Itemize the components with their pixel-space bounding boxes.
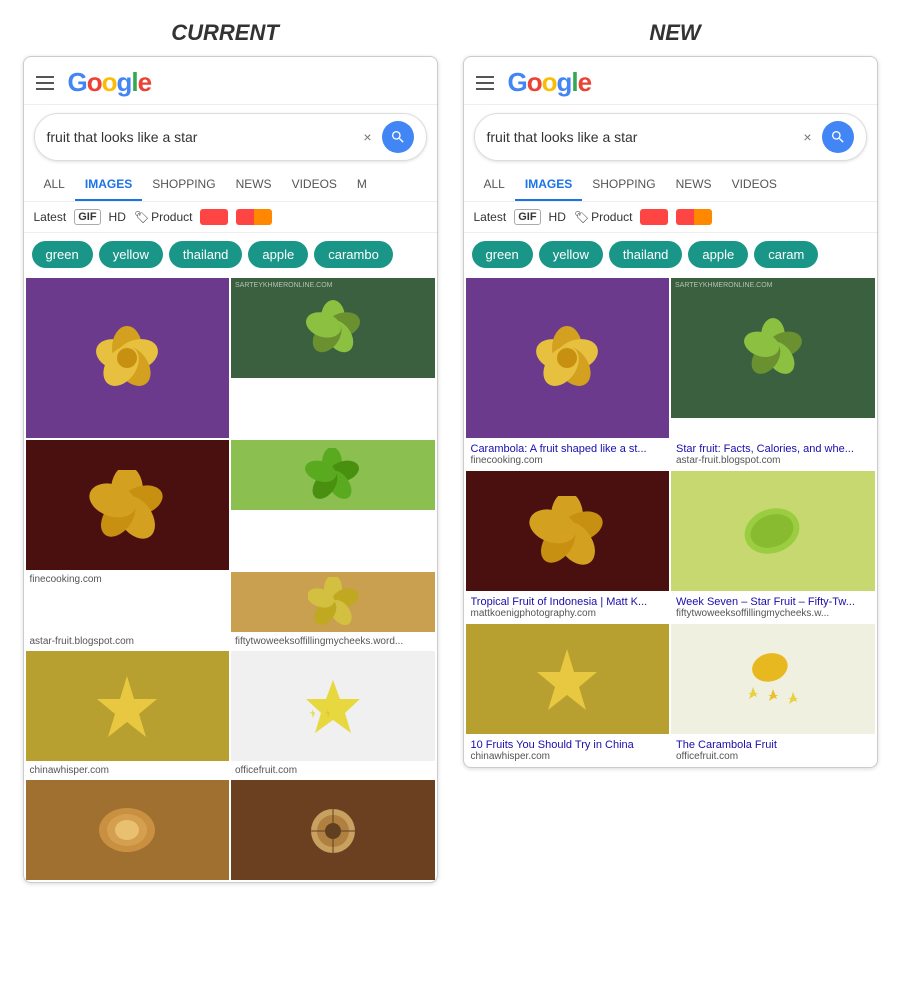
new-img-4[interactable] [671,471,875,591]
new-panel: Google fruit that looks like a star × AL… [463,56,878,768]
new-search-button[interactable] [822,121,854,153]
new-img-title-5: 10 Fruits You Should Try in China [471,739,665,751]
current-panel: Google fruit that looks like a star × AL… [23,56,438,883]
new-image-grid: SARTEYKHMERONLINE.COM Carambola: A fruit… [464,276,877,767]
img-cell-5[interactable] [26,651,230,761]
chip-apple[interactable]: apple [248,241,308,268]
new-img-title-4: Week Seven – Star Fruit – Fifty-Tw... [676,596,870,608]
current-filter-row: Latest GIF HD 🏷 Product [24,202,437,233]
tab-all[interactable]: ALL [34,169,75,201]
tab-shopping[interactable]: SHOPPING [142,169,225,201]
new-img-2[interactable]: SARTEYKHMERONLINE.COM [671,278,875,418]
new-filter-orange-swatch[interactable] [676,209,712,225]
new-filter-gif[interactable]: GIF [514,209,540,225]
new-img-source-6: officefruit.com [676,751,870,762]
new-caption-5: 10 Fruits You Should Try in China chinaw… [466,736,670,765]
current-search-button[interactable] [382,121,414,153]
tab-images[interactable]: IMAGES [75,169,142,201]
new-caption-4: Week Seven – Star Fruit – Fifty-Tw... fi… [671,593,875,622]
new-chip-yellow[interactable]: yellow [539,241,603,268]
current-tabs: ALL IMAGES SHOPPING NEWS VIDEOS M [24,169,437,202]
new-filter-row: Latest GIF HD 🏷 Product [464,202,877,233]
new-tab-images[interactable]: IMAGES [515,169,582,201]
source-5: chinawhisper.com [26,763,230,778]
new-caption-1: Carambola: A fruit shaped like a st... f… [466,440,670,469]
new-tabs: ALL IMAGES SHOPPING NEWS VIDEOS [464,169,877,202]
new-img-title-6: The Carambola Fruit [676,739,870,751]
source-2-wrap [231,572,435,632]
current-label: CURRENT [15,20,435,46]
current-search-clear[interactable]: × [363,129,371,145]
new-img-source-4: fiftytwoweeksoffillingmycheeks.w... [676,608,870,619]
new-img-5[interactable] [466,624,670,734]
new-img-source-2: astar-fruit.blogspot.com [676,455,870,466]
source-4: fiftytwoweeksoffillingmycheeks.word... [231,634,435,649]
current-image-grid: SARTEYKHMERONLINE.COM [24,276,437,882]
new-header: Google [464,57,877,105]
new-hamburger-menu[interactable] [476,76,494,90]
new-google-logo: Google [508,67,592,98]
new-chip-green[interactable]: green [472,241,533,268]
current-search-bar[interactable]: fruit that looks like a star × [34,113,427,161]
chip-green[interactable]: green [32,241,93,268]
tag-icon: 🏷 [134,210,149,224]
new-img-title-2: Star fruit: Facts, Calories, and whe... [676,443,870,455]
tab-news[interactable]: NEWS [226,169,282,201]
google-logo: Google [68,67,152,98]
new-img-3[interactable] [466,471,670,591]
img-cell-8[interactable] [231,780,435,880]
tab-more[interactable]: M [347,169,377,201]
img-cell-2[interactable]: SARTEYKHMERONLINE.COM [231,278,435,378]
new-tab-shopping[interactable]: SHOPPING [582,169,665,201]
new-caption-6: The Carambola Fruit officefruit.com [671,736,875,765]
new-img-source-1: finecooking.com [471,455,665,466]
new-caption-3: Tropical Fruit of Indonesia | Matt K... … [466,593,670,622]
new-label: NEW [465,20,885,46]
new-filter-product[interactable]: 🏷 Product [574,210,633,224]
filter-hd[interactable]: HD [109,210,126,224]
filter-product[interactable]: 🏷 Product [134,210,193,224]
new-filter-red-swatch[interactable] [640,209,668,225]
new-search-bar[interactable]: fruit that looks like a star × [474,113,867,161]
new-filter-hd[interactable]: HD [549,210,566,224]
img-cell-4[interactable] [231,440,435,510]
tab-videos[interactable]: VIDEOS [282,169,347,201]
new-caption-2: Star fruit: Facts, Calories, and whe... … [671,440,875,469]
new-chip-caram[interactable]: caram [754,241,818,268]
new-tab-all[interactable]: ALL [474,169,515,201]
new-chip-apple[interactable]: apple [688,241,748,268]
new-img-source-5: chinawhisper.com [471,751,665,762]
new-tab-videos[interactable]: VIDEOS [722,169,787,201]
new-img-6[interactable] [671,624,875,734]
new-tab-news[interactable]: NEWS [666,169,722,201]
img-cell-3[interactable] [26,440,230,570]
new-search-text: fruit that looks like a star [487,129,804,145]
filter-orange-swatch[interactable] [236,209,272,225]
new-img-title-3: Tropical Fruit of Indonesia | Matt K... [471,596,665,608]
source-6: officefruit.com [231,763,435,778]
new-tag-icon: 🏷 [574,210,589,224]
chip-thailand[interactable]: thailand [169,241,243,268]
chip-yellow[interactable]: yellow [99,241,163,268]
img-cell-1[interactable] [26,278,230,438]
new-chip-thailand[interactable]: thailand [609,241,683,268]
current-search-text: fruit that looks like a star [47,129,364,145]
chip-carambo[interactable]: carambo [314,241,393,268]
source-1: finecooking.com [26,572,230,632]
img-cell-6[interactable] [231,651,435,761]
new-chips-row: green yellow thailand apple caram [464,233,877,276]
filter-red-swatch[interactable] [200,209,228,225]
filter-gif[interactable]: GIF [74,209,100,225]
new-img-source-3: mattkoenigphotography.com [471,608,665,619]
img-cell-7[interactable] [26,780,230,880]
hamburger-menu[interactable] [36,76,54,90]
filter-latest[interactable]: Latest [34,210,67,224]
current-chips-row: green yellow thailand apple carambo [24,233,437,276]
new-img-title-1: Carambola: A fruit shaped like a st... [471,443,665,455]
new-filter-latest[interactable]: Latest [474,210,507,224]
source-3: astar-fruit.blogspot.com [26,634,230,649]
new-img-1[interactable] [466,278,670,438]
new-search-clear[interactable]: × [803,129,811,145]
current-header: Google [24,57,437,105]
